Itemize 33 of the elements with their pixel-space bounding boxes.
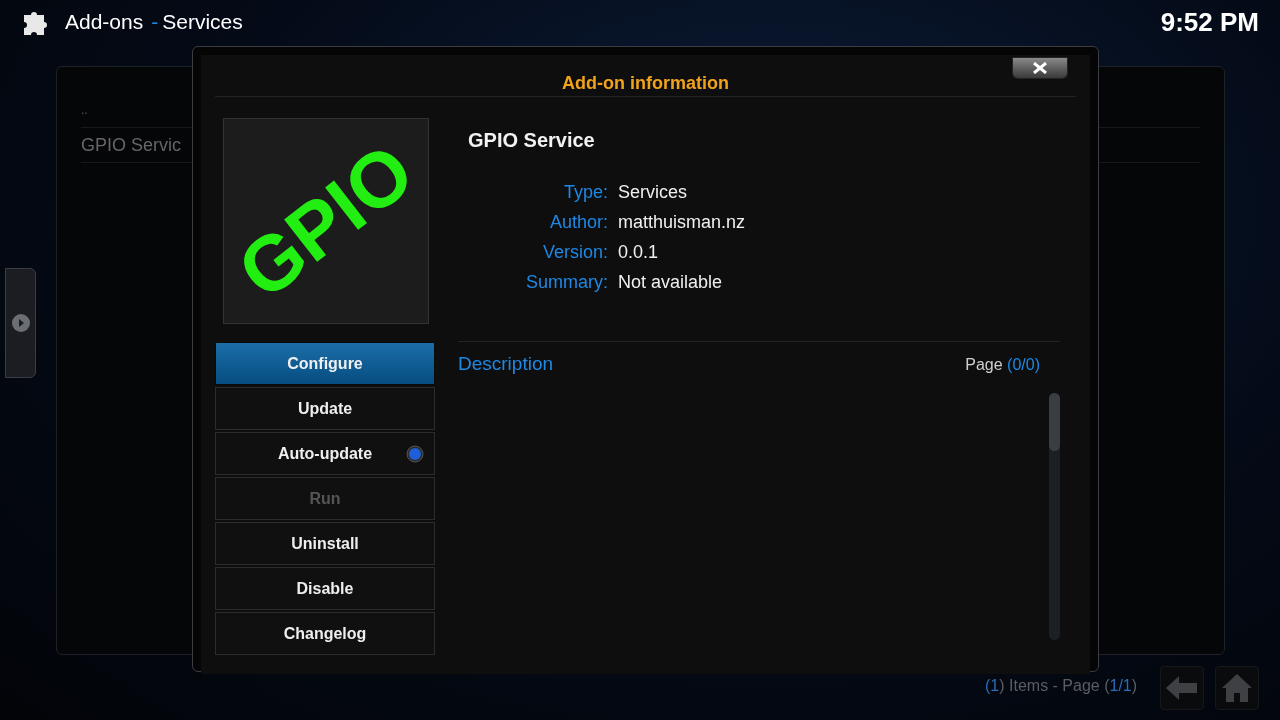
field-value: matthuisman.nz (618, 211, 747, 234)
back-button[interactable] (1160, 666, 1204, 710)
item-count: (1) Items - Page (1/1) (985, 676, 1138, 696)
back-arrow-icon (1166, 675, 1198, 701)
close-icon (1032, 62, 1048, 74)
home-icon (1221, 672, 1253, 704)
clock: 9:52 PM (1160, 5, 1259, 39)
action-button[interactable]: Auto-update (215, 432, 435, 475)
list-item[interactable]: GPIO Servic (81, 131, 182, 159)
action-button[interactable]: Disable (215, 567, 435, 610)
subsection-title: Services (162, 9, 243, 36)
title-separator: - (151, 9, 159, 36)
field-label: Author: (548, 211, 608, 234)
field-label: Version: (541, 241, 608, 264)
field-value: Services (618, 181, 689, 204)
page-indicator: Page (0/0) (965, 355, 1040, 375)
description-heading: Description (458, 352, 554, 376)
side-tab[interactable] (5, 268, 36, 378)
close-button[interactable] (1012, 57, 1068, 79)
action-button[interactable]: Uninstall (215, 522, 435, 565)
section-title: Add-ons (65, 9, 144, 36)
action-button[interactable]: Changelog (215, 612, 435, 655)
home-button[interactable] (1215, 666, 1259, 710)
action-button[interactable]: Configure (215, 342, 435, 385)
field-value: Not available (618, 271, 724, 294)
field-label: Type: (562, 181, 608, 204)
scrollbar[interactable] (1049, 392, 1060, 640)
dialog-title: Add-on information (562, 72, 729, 95)
field-label: Summary: (525, 271, 608, 294)
action-button[interactable]: Update (215, 387, 435, 430)
field-value: 0.0.1 (618, 241, 660, 264)
addon-name: GPIO Service (468, 128, 596, 153)
arrow-right-icon (10, 313, 31, 333)
